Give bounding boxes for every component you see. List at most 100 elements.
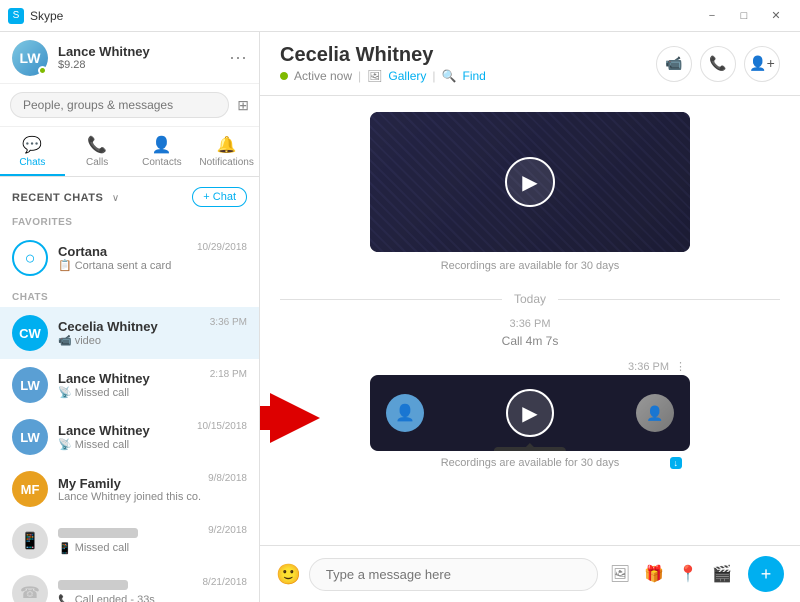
chat-messages: ▶ Recordings are available for 30 days T… — [260, 96, 800, 545]
lance2-avatar: LW — [12, 419, 48, 455]
chats-tab-icon: 💬 — [22, 135, 42, 155]
missed-call-icon1: 📡 — [58, 386, 72, 399]
cecelia-preview: 📹 video — [58, 334, 204, 347]
download-badge[interactable]: ↓ — [670, 457, 683, 469]
cortana-time: 10/29/2018 — [197, 242, 247, 253]
chat-header-actions: 📹 📞 👤+ — [656, 46, 780, 82]
gift-button[interactable]: 🎁 — [640, 560, 668, 588]
second-recording-row: 👤 ▶ Open video 👤 — [370, 375, 690, 451]
missed-call-icon2: 📡 — [58, 438, 72, 451]
search-bar: ⊞ — [0, 84, 259, 127]
lance1-preview: 📡 Missed call — [58, 386, 204, 399]
grid-icon[interactable]: ⊞ — [237, 97, 249, 114]
chat-input-bar: 🙂 🖼 🎁 📍 🎬 + — [260, 545, 800, 602]
lance1-time: 2:18 PM — [210, 369, 247, 380]
find-icon: 🔍 — [442, 69, 457, 83]
more-button[interactable]: ··· — [229, 47, 247, 68]
app-icon: S — [8, 8, 24, 24]
gallery-icon: 🖼 — [367, 69, 382, 83]
cecelia-time: 3:36 PM — [210, 317, 247, 328]
lance1-name: Lance Whitney — [58, 371, 204, 386]
lance1-info: Lance Whitney 📡 Missed call — [58, 371, 204, 399]
recent-chats-header: RECENT ChaTS ∨ + Chat — [0, 177, 259, 213]
red-arrow-indicator — [260, 388, 320, 448]
status-bar: Active now | 🖼 Gallery | 🔍 Find — [280, 69, 656, 83]
contacts-tab-label: Contacts — [142, 157, 181, 168]
lance1-avatar: LW — [12, 367, 48, 403]
blurred-chat-2[interactable]: ☎ 📞 Call ended - 33s 8/21/2018 — [0, 567, 259, 602]
first-recording-caption: Recordings are available for 30 days — [370, 252, 690, 280]
maximize-button[interactable]: □ — [728, 0, 760, 32]
chat-header-info: Cecelia Whitney Active now | 🖼 Gallery |… — [280, 44, 656, 83]
first-recording-inner: ▶ — [370, 112, 690, 252]
favorite-item-cortana[interactable]: ○ Cortana 📋 Cortana sent a card 10/29/20… — [0, 232, 259, 284]
cortana-avatar: ○ — [12, 240, 48, 276]
app-title: Skype — [30, 9, 696, 23]
chats-label: CHATS — [0, 288, 259, 307]
blurred-name-2 — [58, 580, 128, 590]
message-input[interactable] — [309, 558, 598, 591]
first-recording-thumbnail: ▶ — [370, 112, 690, 252]
chat-header: Cecelia Whitney Active now | 🖼 Gallery |… — [260, 32, 800, 96]
family-time: 9/8/2018 — [208, 473, 247, 484]
video-call-button[interactable]: 📹 — [656, 46, 692, 82]
contacts-tab-icon: 👤 — [152, 135, 172, 155]
contact-name: Cecelia Whitney — [280, 44, 656, 67]
emoji-button[interactable]: 🙂 — [276, 562, 301, 587]
divider-line-right — [558, 299, 780, 300]
chat-item-family[interactable]: MF My Family Lance Whitney joined this c… — [0, 463, 259, 515]
calls-tab-icon: 📞 — [87, 135, 107, 155]
audio-call-button[interactable]: 📞 — [700, 46, 736, 82]
find-link[interactable]: Find — [462, 69, 485, 83]
date-divider-text: Today — [502, 292, 558, 306]
chevron-down-icon: ∨ — [112, 193, 119, 204]
blurred-chat-1[interactable]: 📱 📱 Missed call 9/2/2018 — [0, 515, 259, 567]
close-button[interactable]: ✕ — [760, 0, 792, 32]
minimize-button[interactable]: − — [696, 0, 728, 32]
second-play-button[interactable]: ▶ — [506, 389, 554, 437]
red-arrow-svg — [260, 388, 320, 448]
chat-item-lance2[interactable]: LW Lance Whitney 📡 Missed call 10/15/201… — [0, 411, 259, 463]
chat-area: Cecelia Whitney Active now | 🖼 Gallery |… — [260, 32, 800, 602]
chat-item-cecelia[interactable]: CW Cecelia Whitney 📹 video 3:36 PM — [0, 307, 259, 359]
cortana-preview: 📋 Cortana sent a card — [58, 259, 191, 272]
recent-chats-label: RECENT ChaTS — [12, 192, 103, 204]
location-button[interactable]: 📍 — [674, 560, 702, 588]
blurred-time-2: 8/21/2018 — [203, 577, 248, 588]
online-status-dot — [38, 66, 47, 75]
lance2-name: Lance Whitney — [58, 423, 191, 438]
blurred-info-1: 📱 Missed call — [58, 528, 202, 555]
chat-item-lance1[interactable]: LW Lance Whitney 📡 Missed call 2:18 PM — [0, 359, 259, 411]
kebab-icon[interactable]: ⋮ — [675, 360, 686, 373]
add-person-button[interactable]: 👤+ — [744, 46, 780, 82]
tab-notifications[interactable]: 🔔 Notifications — [194, 127, 259, 176]
add-chat-button[interactable]: + Chat — [192, 187, 247, 207]
profile-credit: $9.28 — [58, 59, 229, 71]
tab-chats[interactable]: 💬 Chats — [0, 127, 65, 176]
family-avatar: MF — [12, 471, 48, 507]
blurred-time-1: 9/2/2018 — [208, 525, 247, 536]
image-button[interactable]: 🖼 — [606, 560, 634, 588]
input-actions: 🖼 🎁 📍 🎬 — [606, 560, 736, 588]
blurred-preview-1: 📱 Missed call — [58, 542, 202, 555]
recent-chats-section-title: RECENT ChaTS ∨ — [12, 188, 119, 206]
search-input[interactable] — [10, 92, 229, 118]
tab-calls[interactable]: 📞 Calls — [65, 127, 130, 176]
cecelia-name: Cecelia Whitney — [58, 319, 204, 334]
second-recording-container: 3:36 PM ⋮ 👤 ▶ Open video 👤 — [370, 360, 690, 475]
blurred-name-1 — [58, 528, 138, 538]
gallery-link[interactable]: Gallery — [388, 69, 426, 83]
second-recording-caption: Recordings are available for 30 days ↓ — [370, 451, 690, 475]
play-button-container: ▶ Open video — [506, 389, 554, 437]
profile-name: Lance Whitney — [58, 44, 229, 59]
send-button[interactable]: + — [748, 556, 784, 592]
cortana-name: Cortana — [58, 244, 191, 259]
family-name: My Family — [58, 476, 202, 491]
media-button[interactable]: 🎬 — [708, 560, 736, 588]
title-bar: S Skype − □ ✕ — [0, 0, 800, 32]
first-play-button[interactable]: ▶ — [505, 157, 555, 207]
first-recording-block: ▶ Recordings are available for 30 days — [370, 112, 690, 280]
blurred-avatar-1: 📱 — [12, 523, 48, 559]
tab-contacts[interactable]: 👤 Contacts — [130, 127, 195, 176]
second-recording-time: 3:36 PM — [628, 361, 669, 373]
